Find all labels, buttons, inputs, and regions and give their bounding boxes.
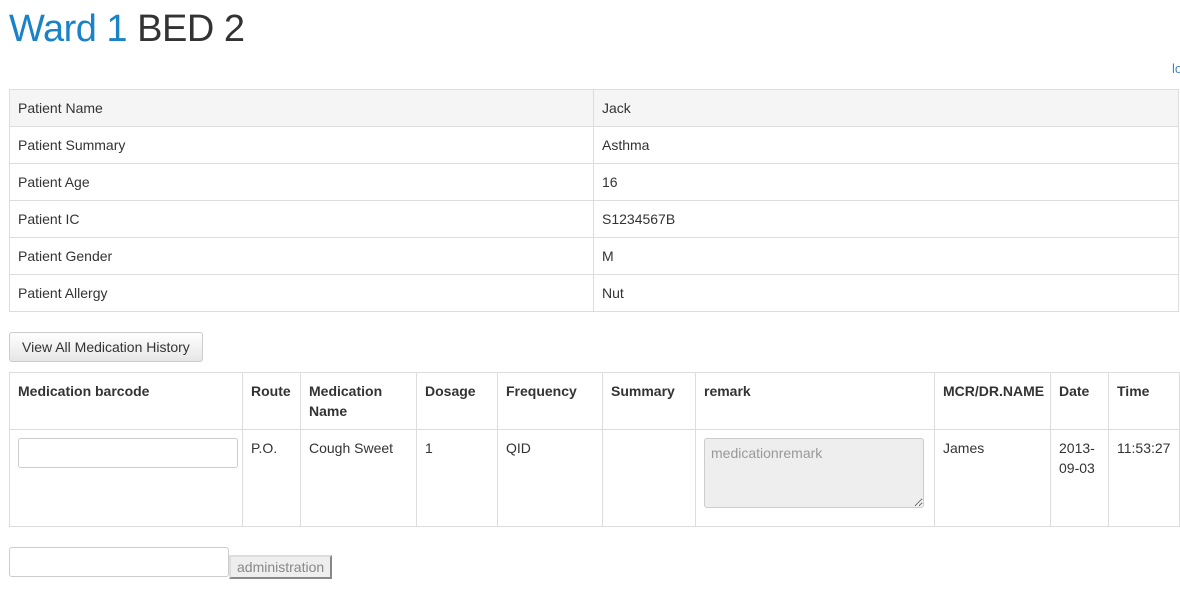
patient-summary-label: Patient Summary bbox=[9, 126, 594, 164]
patient-ic-label: Patient IC bbox=[9, 200, 594, 238]
administration-button[interactable]: administration bbox=[229, 555, 333, 579]
frequency-cell: QID bbox=[497, 429, 603, 527]
patient-name-label: Patient Name bbox=[9, 89, 594, 127]
doctor-cell: James bbox=[934, 429, 1051, 527]
column-header-doctor: MCR/DR.NAME bbox=[934, 372, 1051, 430]
patient-age-label: Patient Age bbox=[9, 163, 594, 201]
route-cell: P.O. bbox=[242, 429, 301, 527]
patient-allergy-value: Nut bbox=[593, 274, 1179, 312]
administration-input[interactable] bbox=[9, 547, 229, 577]
patient-name-value: Jack bbox=[593, 89, 1179, 127]
medication-remark-textarea[interactable] bbox=[704, 438, 924, 508]
table-row: Patient Summary Asthma bbox=[9, 126, 1179, 164]
column-header-frequency: Frequency bbox=[497, 372, 603, 430]
patient-age-value: 16 bbox=[593, 163, 1179, 201]
column-header-medication-name: Medication Name bbox=[300, 372, 417, 430]
page: Ward 1 BED 2 lo Patient Name Jack Patien… bbox=[0, 0, 1180, 604]
barcode-cell bbox=[9, 429, 243, 527]
medication-name-cell: Cough Sweet bbox=[300, 429, 417, 527]
column-header-dosage: Dosage bbox=[416, 372, 498, 430]
table-row: Patient IC S1234567B bbox=[9, 200, 1179, 238]
date-cell: 2013-09-03 bbox=[1050, 429, 1109, 527]
page-title: Ward 1 BED 2 bbox=[9, 6, 245, 52]
summary-cell bbox=[602, 429, 696, 527]
patient-info-table: Patient Name Jack Patient Summary Asthma… bbox=[9, 89, 1179, 312]
patient-gender-label: Patient Gender bbox=[9, 237, 594, 275]
ward-label: Ward 1 bbox=[9, 8, 128, 50]
bed-label: BED 2 bbox=[137, 8, 245, 50]
table-header-row: Medication barcode Route Medication Name… bbox=[9, 372, 1180, 430]
medication-table: Medication barcode Route Medication Name… bbox=[9, 372, 1180, 527]
column-header-barcode: Medication barcode bbox=[9, 372, 243, 430]
view-medication-history-button[interactable]: View All Medication History bbox=[9, 332, 203, 362]
patient-gender-value: M bbox=[593, 237, 1179, 275]
column-header-date: Date bbox=[1050, 372, 1109, 430]
column-header-summary: Summary bbox=[602, 372, 696, 430]
column-header-route: Route bbox=[242, 372, 301, 430]
time-cell: 11:53:27 bbox=[1108, 429, 1180, 527]
table-row: Patient Name Jack bbox=[9, 89, 1179, 127]
patient-ic-value: S1234567B bbox=[593, 200, 1179, 238]
table-row: Patient Allergy Nut bbox=[9, 274, 1179, 312]
table-row: P.O. Cough Sweet 1 QID James 2013-09-03 … bbox=[9, 429, 1180, 527]
patient-summary-value: Asthma bbox=[593, 126, 1179, 164]
table-row: Patient Gender M bbox=[9, 237, 1179, 275]
column-header-remark: remark bbox=[695, 372, 935, 430]
medication-barcode-input[interactable] bbox=[18, 438, 238, 468]
dosage-cell: 1 bbox=[416, 429, 498, 527]
column-header-time: Time bbox=[1108, 372, 1180, 430]
logout-link[interactable]: lo bbox=[1172, 61, 1180, 76]
remark-cell bbox=[695, 429, 935, 527]
patient-allergy-label: Patient Allergy bbox=[9, 274, 594, 312]
table-row: Patient Age 16 bbox=[9, 163, 1179, 201]
